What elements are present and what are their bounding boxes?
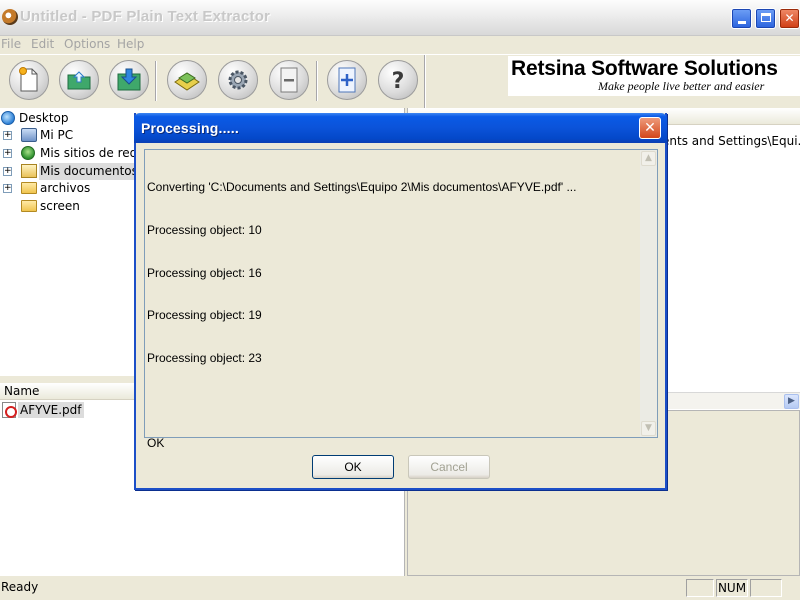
settings-button[interactable] [218,60,258,100]
chevron-down-icon: ▼ [645,423,652,433]
status-num-indicator: NUM [716,579,748,597]
maximize-icon [760,13,771,22]
new-document-button[interactable] [9,60,49,100]
folder-icon [21,200,37,212]
add-plus-icon [338,67,356,93]
open-button[interactable] [59,60,99,100]
file-name: AFYVE.pdf [18,402,84,418]
tree-item-label: Mis sitios de red [40,146,138,160]
help-button[interactable]: ? [378,60,418,100]
processing-log[interactable]: Converting 'C:\Documents and Settings\Eq… [144,149,658,450]
toolbar-separator [424,55,426,109]
menu-options[interactable]: Options [64,37,110,51]
svg-text:?: ? [392,69,405,93]
log-line: Processing object: 19 [147,308,262,323]
save-download-icon [117,68,141,91]
add-button[interactable] [327,60,367,100]
scroll-up-button[interactable]: ▲ [641,151,656,166]
close-icon: ✕ [784,11,795,25]
brand-tagline: Make people live better and easier [598,79,765,93]
menu-edit[interactable]: Edit [31,37,54,51]
folder-icon [21,182,37,194]
cancel-button[interactable]: Cancel [408,455,490,479]
app-logo-icon[interactable] [2,9,18,25]
tree-item-label: Mi PC [40,128,74,142]
extract-text-icon [174,72,200,91]
close-icon: ✕ [644,120,656,136]
chevron-right-icon: ▶ [788,396,795,406]
ok-button[interactable]: OK [312,455,394,479]
new-document-icon [19,67,38,92]
close-window-button[interactable]: ✕ [779,8,800,29]
window-title: Untitled - PDF Plain Text Extractor [20,8,271,25]
log-line: Processing object: 16 [147,265,262,280]
processing-dialog: Processing..... ✕ Converting 'C:\Documen… [134,113,667,490]
log-line: Processing object: 23 [147,350,262,365]
log-vertical-scrollbar[interactable]: ▲ ▼ [640,150,657,437]
remove-minus-icon [280,67,298,93]
log-line: Processing object: 10 [147,223,262,238]
desktop-icon [1,111,15,125]
maximize-button[interactable] [755,8,776,29]
status-text: Ready [1,580,39,594]
expand-toggle[interactable]: + [3,149,12,158]
tree-item-label: screen [40,199,80,213]
settings-gear-icon [228,70,248,90]
brand-name: Retsina Software Solutions [511,57,778,80]
menu-help[interactable]: Help [117,37,144,51]
network-icon [21,146,35,160]
menu-bar: File Edit Options Help [0,36,800,54]
minimize-button[interactable] [731,8,752,29]
tree-item-label: Desktop [19,111,69,125]
status-cell-caps [686,579,714,597]
expand-toggle[interactable]: + [3,184,12,193]
dialog-close-button[interactable]: ✕ [639,117,661,139]
brand-banner[interactable]: Retsina Software Solutions Make people l… [508,56,800,96]
extract-button[interactable] [167,60,207,100]
menu-file[interactable]: File [1,37,21,51]
status-bar: Ready NUM [0,578,800,600]
status-cell-scroll [750,579,782,597]
expand-toggle[interactable]: + [3,167,12,176]
tree-item-label: archivos [40,181,91,195]
dialog-title-bar[interactable]: Processing..... ✕ [134,113,667,143]
computer-icon [21,128,37,142]
window-title-bar: Untitled - PDF Plain Text Extractor ✕ [0,0,800,36]
dialog-title: Processing..... [141,120,239,136]
output-path-text: ents and Settings\Equi... [662,134,800,148]
log-line: Converting 'C:\Documents and Settings\Eq… [147,180,577,195]
documents-icon [21,164,37,178]
chevron-up-icon: ▲ [645,153,652,163]
toolbar-separator [155,61,157,101]
tree-item-label: Mis documentos [39,163,139,180]
remove-button[interactable] [269,60,309,100]
pdf-file-icon [2,402,17,418]
save-button[interactable] [109,60,149,100]
log-lines: Converting 'C:\Documents and Settings\Eq… [147,152,576,478]
expand-toggle[interactable]: + [3,131,12,140]
scroll-down-button[interactable]: ▼ [641,421,656,436]
open-folder-icon [67,71,91,90]
log-line: OK [147,435,165,450]
minimize-icon [737,21,746,24]
toolbar-separator [316,61,318,101]
scroll-right-button[interactable]: ▶ [784,394,799,409]
help-question-icon: ? [392,69,405,93]
